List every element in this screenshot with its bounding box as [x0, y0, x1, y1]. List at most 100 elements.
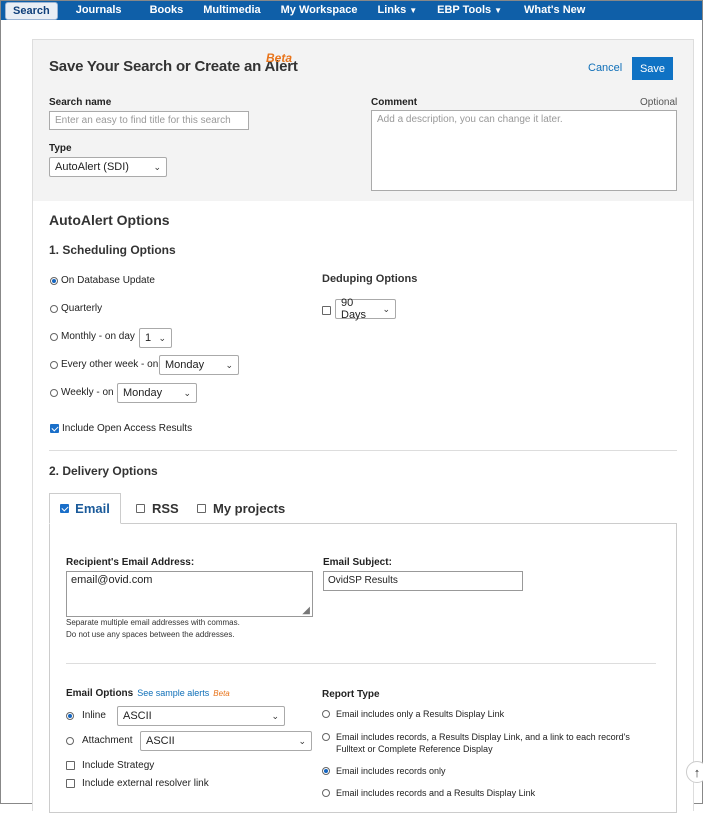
- nav-links[interactable]: Links ▼: [369, 1, 425, 20]
- nav-links-label: Links: [377, 4, 407, 16]
- schedule-monthly-option[interactable]: Monthly - on day: [50, 331, 135, 342]
- chevron-down-icon: ⌄: [298, 735, 306, 746]
- comment-label: Comment: [371, 97, 418, 108]
- tab-my-projects-label: My projects: [213, 501, 286, 516]
- schedule-monthly-label: Monthly - on day: [61, 331, 135, 342]
- nav-my-workspace[interactable]: My Workspace: [273, 1, 366, 20]
- checkbox-icon[interactable]: [197, 504, 206, 513]
- report-type-label-4: Email includes records and a Results Dis…: [336, 788, 536, 798]
- include-open-access-option[interactable]: Include Open Access Results: [50, 423, 192, 434]
- tab-email[interactable]: Email: [49, 493, 121, 524]
- top-navigation: Search Journals Books Multimedia My Work…: [1, 1, 702, 20]
- deduping-options-title: Deduping Options: [322, 273, 418, 285]
- include-resolver-label: Include external resolver link: [82, 778, 209, 789]
- schedule-weekly-option[interactable]: Weekly - on: [50, 387, 114, 398]
- report-type-label-1: Email includes only a Results Display Li…: [336, 709, 505, 719]
- inline-label: Inline: [82, 710, 106, 721]
- search-name-input[interactable]: Enter an easy to find title for this sea…: [49, 111, 249, 130]
- checkbox-icon[interactable]: [136, 504, 145, 513]
- report-type-option-2[interactable]: Email includes records, a Results Displa…: [322, 732, 630, 742]
- weekly-select[interactable]: Monday ⌄: [117, 383, 197, 403]
- include-resolver-option[interactable]: Include external resolver link: [66, 778, 209, 789]
- nav-search[interactable]: Search: [5, 1, 58, 20]
- resize-handle-icon[interactable]: ◢: [302, 605, 310, 616]
- page-title: Save Your Search or Create an Alert: [49, 58, 298, 75]
- radio-icon[interactable]: [322, 710, 330, 718]
- chevron-down-icon: ⌄: [271, 710, 279, 721]
- radio-icon[interactable]: [322, 733, 330, 741]
- cancel-button[interactable]: Cancel: [588, 62, 622, 74]
- include-strategy-option[interactable]: Include Strategy: [66, 760, 154, 771]
- radio-icon[interactable]: [66, 736, 74, 745]
- tab-rss-label: RSS: [152, 501, 179, 516]
- attachment-option[interactable]: Attachment: [66, 735, 133, 746]
- checkbox-checked-icon[interactable]: [50, 424, 59, 433]
- monthly-day-select[interactable]: 1 ⌄: [139, 328, 172, 348]
- delivery-options-title: 2. Delivery Options: [49, 464, 158, 478]
- tab-email-label: Email: [75, 501, 110, 516]
- see-sample-alerts-link[interactable]: See sample alerts: [137, 688, 209, 698]
- arrow-up-icon: ↑: [693, 764, 701, 780]
- chevron-down-icon: ⌄: [382, 303, 390, 314]
- schedule-every-other-week-label: Every other week - on: [61, 359, 159, 370]
- report-type-label-3: Email includes records only: [336, 766, 446, 776]
- checkbox-icon[interactable]: [66, 761, 75, 770]
- every-other-week-select[interactable]: Monday ⌄: [159, 355, 239, 375]
- caret-down-icon: ▼: [494, 6, 503, 15]
- deduping-checkbox[interactable]: [322, 305, 331, 315]
- report-type-label-2b: Fulltext or Complete Reference Display: [336, 744, 493, 754]
- recipient-email-value: email@ovid.com: [71, 574, 153, 586]
- radio-icon[interactable]: [50, 360, 58, 369]
- tab-rss[interactable]: RSS: [136, 501, 179, 516]
- radio-icon[interactable]: [50, 304, 58, 313]
- type-select-value: AutoAlert (SDI): [55, 161, 129, 173]
- comment-textarea[interactable]: Add a description, you can change it lat…: [371, 110, 677, 191]
- every-other-week-value: Monday: [165, 359, 205, 371]
- schedule-every-other-week-option[interactable]: Every other week - on: [50, 359, 158, 370]
- report-type-label-2: Email includes records, a Results Displa…: [336, 732, 630, 742]
- nav-whats-new[interactable]: What's New: [516, 1, 593, 20]
- report-type-label: Report Type: [322, 689, 380, 700]
- type-select[interactable]: AutoAlert (SDI) ⌄: [49, 157, 167, 177]
- radio-selected-icon[interactable]: [66, 711, 74, 720]
- email-options-label: Email Options: [66, 688, 134, 699]
- save-button[interactable]: Save: [632, 57, 673, 80]
- report-type-option-1[interactable]: Email includes only a Results Display Li…: [322, 709, 504, 719]
- recipient-label: Recipient's Email Address:: [66, 557, 195, 568]
- deduping-value: 90 Days: [341, 297, 367, 321]
- include-strategy-label: Include Strategy: [82, 760, 155, 771]
- nav-ebp-tools-label: EBP Tools: [437, 4, 492, 16]
- autoalert-options-title: AutoAlert Options: [49, 212, 170, 228]
- nav-ebp-tools[interactable]: EBP Tools ▼: [429, 1, 510, 20]
- report-type-option-3[interactable]: Email includes records only: [322, 766, 446, 776]
- comment-optional-label: Optional: [640, 97, 678, 108]
- scroll-to-top-button[interactable]: ↑: [686, 761, 703, 783]
- tab-my-projects[interactable]: My projects: [197, 501, 285, 516]
- radio-icon[interactable]: [50, 332, 58, 341]
- nav-books[interactable]: Books: [142, 1, 192, 20]
- deduping-select[interactable]: 90 Days ⌄: [335, 297, 396, 321]
- attachment-format-select[interactable]: ASCII ⌄: [140, 731, 312, 751]
- chevron-down-icon: ⌄: [225, 359, 233, 370]
- email-subject-label: Email Subject:: [323, 557, 392, 568]
- nav-multimedia[interactable]: Multimedia: [195, 1, 268, 20]
- schedule-quarterly-option[interactable]: Quarterly: [50, 303, 102, 314]
- radio-selected-icon[interactable]: [322, 767, 330, 775]
- inline-format-value: ASCII: [123, 710, 152, 722]
- report-type-option-4[interactable]: Email includes records and a Results Dis…: [322, 788, 535, 798]
- inline-format-select[interactable]: ASCII ⌄: [117, 706, 285, 726]
- checkbox-icon[interactable]: [66, 779, 75, 788]
- recipient-email-textarea[interactable]: email@ovid.com ◢: [66, 571, 313, 617]
- radio-selected-icon[interactable]: [50, 276, 58, 285]
- inline-option[interactable]: Inline: [66, 710, 106, 721]
- nav-journals[interactable]: Journals: [68, 1, 130, 20]
- radio-icon[interactable]: [322, 789, 330, 797]
- monthly-day-value: 1: [145, 332, 152, 344]
- schedule-weekly-label: Weekly - on: [61, 387, 114, 398]
- chevron-down-icon: ⌄: [158, 332, 166, 343]
- email-subject-input[interactable]: OvidSP Results: [323, 571, 523, 591]
- checkbox-checked-icon[interactable]: [60, 504, 70, 513]
- chevron-down-icon: ⌄: [153, 161, 161, 172]
- radio-icon[interactable]: [50, 388, 58, 397]
- schedule-db-update-option[interactable]: On Database Update: [50, 275, 155, 286]
